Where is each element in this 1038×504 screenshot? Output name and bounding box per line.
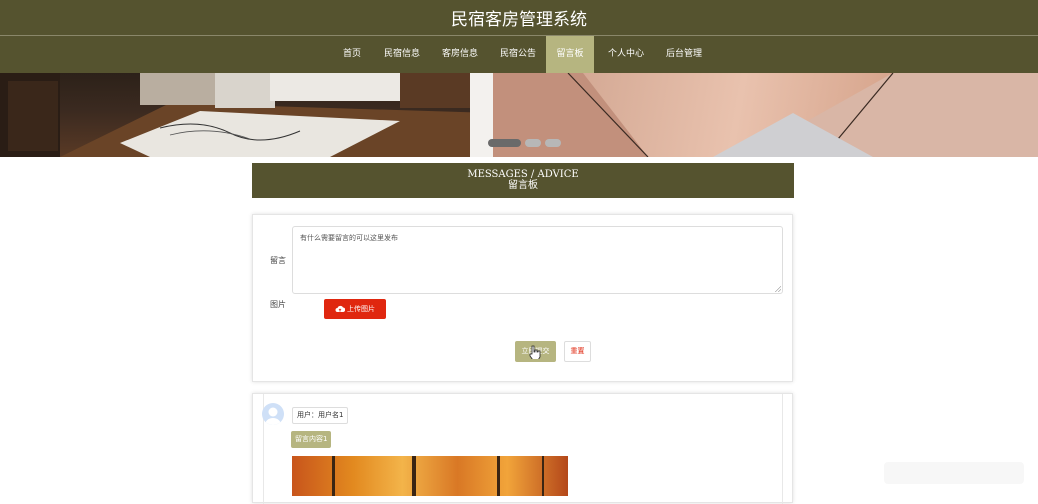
message-textarea[interactable]: 有什么需要留言的可以这里发布 <box>292 226 783 294</box>
user-avatar-icon <box>262 403 284 425</box>
message-user-name: 用户：用户名1 <box>292 407 349 424</box>
nav-personal-center[interactable]: 个人中心 <box>602 36 650 73</box>
faded-toast <box>884 462 1024 484</box>
upload-image-button[interactable]: 上传图片 <box>324 299 386 319</box>
hand-cursor-icon <box>529 345 541 359</box>
upload-label: 上传图片 <box>347 305 375 313</box>
tree-trunk <box>497 456 500 496</box>
cloud-upload-icon <box>335 305 346 312</box>
message-image <box>292 456 568 496</box>
nav-announcements[interactable]: 民宿公告 <box>494 36 542 73</box>
section-title-en: MESSAGES / ADVICE <box>467 169 579 180</box>
main-nav: 首页 民宿信息 客房信息 民宿公告 留言板 个人中心 后台管理 <box>0 36 1038 73</box>
message-text: 有什么需要留言的可以这里发布 <box>300 234 398 242</box>
tree-trunk <box>412 456 416 496</box>
message-label: 留言 <box>270 256 286 265</box>
reset-button[interactable]: 重置 <box>564 341 591 362</box>
tree-trunk <box>542 456 544 496</box>
banner-image-bedroom <box>0 73 493 157</box>
carousel-dot-1[interactable] <box>488 139 521 147</box>
card-inner-border-right <box>782 394 783 504</box>
carousel-dot-3[interactable] <box>545 139 561 147</box>
carousel-dot-2[interactable] <box>525 139 541 147</box>
nav-homestay-info[interactable]: 民宿信息 <box>378 36 426 73</box>
banner-image-abstract <box>493 73 1038 157</box>
nav-admin[interactable]: 后台管理 <box>660 36 708 73</box>
resize-handle-icon[interactable] <box>775 286 781 292</box>
top-header: 民宿客房管理系统 <box>0 0 1038 36</box>
bedroom-illustration <box>0 73 493 157</box>
image-label: 图片 <box>270 300 286 309</box>
section-header: MESSAGES / ADVICE 留言板 <box>252 163 794 198</box>
section-title-cn: 留言板 <box>508 180 538 191</box>
abstract-shapes <box>493 73 1038 157</box>
site-title: 民宿客房管理系统 <box>451 10 587 30</box>
nav-room-info[interactable]: 客房信息 <box>436 36 484 73</box>
nav-message-board[interactable]: 留言板 <box>546 36 594 73</box>
tree-trunk <box>332 456 335 496</box>
message-content: 留言内容1 <box>291 431 332 448</box>
nav-home[interactable]: 首页 <box>334 36 370 73</box>
